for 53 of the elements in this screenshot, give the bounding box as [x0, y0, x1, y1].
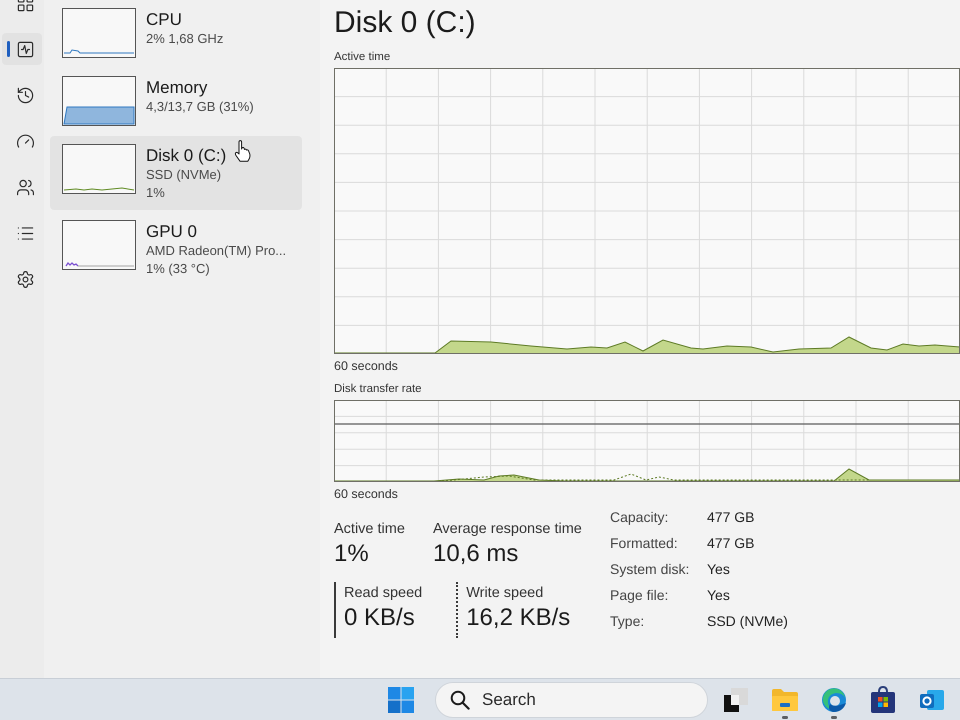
- gear-icon: [16, 270, 35, 288]
- device-item[interactable]: CPU 2% 1,68 GHz: [50, 0, 302, 66]
- shopping-bag-icon: [870, 686, 896, 714]
- device-detail: 1%: [146, 184, 166, 202]
- running-indicator: [782, 716, 788, 718]
- property-label: Capacity:: [610, 508, 670, 527]
- speed-label: Read speed: [344, 584, 422, 602]
- device-item[interactable]: Disk 0 (C:) SSD (NVMe) 1%: [50, 136, 302, 210]
- device-detail: 4,3/13,7 GB (31%): [146, 98, 254, 116]
- browser-icon: [821, 686, 847, 712]
- speed-value: 16,2 KB/s: [466, 603, 570, 633]
- device-detail: 1% (33 °C): [146, 260, 211, 278]
- property-value: Yes: [707, 560, 731, 579]
- gauge-icon: [16, 132, 35, 150]
- graph-label: Disk transfer rate: [334, 382, 423, 396]
- search-icon: [450, 690, 470, 710]
- graph-label: Active time: [334, 50, 392, 64]
- users-icon: [16, 178, 35, 196]
- device-name: Memory: [146, 77, 208, 98]
- squares-icon: [723, 686, 749, 712]
- device-name: CPU: [146, 9, 183, 30]
- property-label: Type:: [610, 612, 646, 631]
- stat-label: Average response time: [433, 520, 583, 538]
- hand-cursor-icon: [234, 140, 251, 162]
- speed-value: 0 KB/s: [344, 603, 416, 633]
- device-item[interactable]: Memory 4,3/13,7 GB (31%): [50, 68, 302, 134]
- nav-button[interactable]: [2, 33, 42, 65]
- time-span-label: 60 seconds: [334, 358, 399, 374]
- device-item[interactable]: GPU 0 AMD Radeon(TM) Pro... 1% (33 °C): [50, 212, 302, 286]
- device-detail: 2% 1,68 GHz: [146, 30, 224, 48]
- folder-icon: [771, 688, 799, 712]
- property-value: 477 GB: [707, 508, 756, 527]
- running-indicator: [831, 716, 837, 718]
- windows-logo-icon: [387, 686, 415, 714]
- search-field[interactable]: Search: [435, 682, 708, 718]
- stat-value: 1%: [334, 539, 370, 569]
- stat-label: Active time: [334, 520, 406, 538]
- device-name: Disk 0 (C:): [146, 145, 226, 166]
- property-value: 477 GB: [707, 534, 756, 553]
- property-label: Page file:: [610, 586, 670, 605]
- speed-label: Write speed: [466, 584, 544, 602]
- property-label: Formatted:: [610, 534, 679, 553]
- stat-value: 10,6 ms: [433, 539, 520, 569]
- property-value: Yes: [707, 586, 731, 605]
- device-detail: AMD Radeon(TM) Pro...: [146, 242, 286, 260]
- property-value: SSD (NVMe): [707, 612, 788, 631]
- property-label: System disk:: [610, 560, 690, 579]
- device-name: GPU 0: [146, 221, 198, 242]
- pulse-icon: [16, 40, 35, 58]
- device-detail: SSD (NVMe): [146, 166, 222, 184]
- history-icon: [16, 86, 35, 104]
- time-span-label: 60 seconds: [334, 486, 399, 502]
- page-title: Disk 0 (C:): [334, 5, 477, 41]
